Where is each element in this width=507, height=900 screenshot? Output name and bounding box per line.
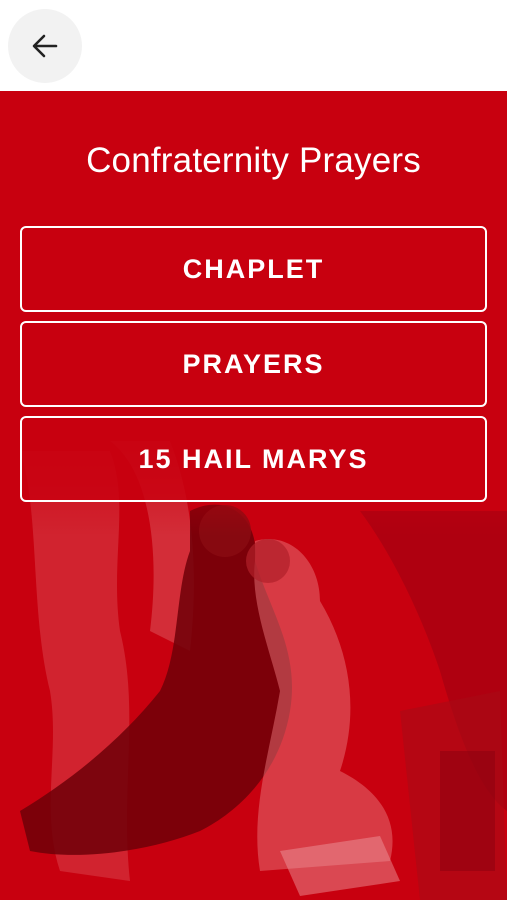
prayers-button[interactable]: PRAYERS (20, 321, 487, 407)
chaplet-button[interactable]: CHAPLET (20, 226, 487, 312)
chaplet-button-label: CHAPLET (182, 253, 325, 284)
hail-marys-button-label: 15 HAIL MARYS (138, 443, 369, 474)
back-button[interactable] (8, 9, 82, 83)
arrow-left-icon (30, 31, 60, 61)
top-bar (0, 0, 507, 91)
page-title: Confraternity Prayers (86, 141, 421, 180)
hail-marys-button[interactable]: 15 HAIL MARYS (20, 416, 487, 502)
prayers-screen: Confraternity Prayers CHAPLET PRAYERS 15… (0, 91, 507, 900)
prayers-button-label: PRAYERS (182, 348, 325, 379)
